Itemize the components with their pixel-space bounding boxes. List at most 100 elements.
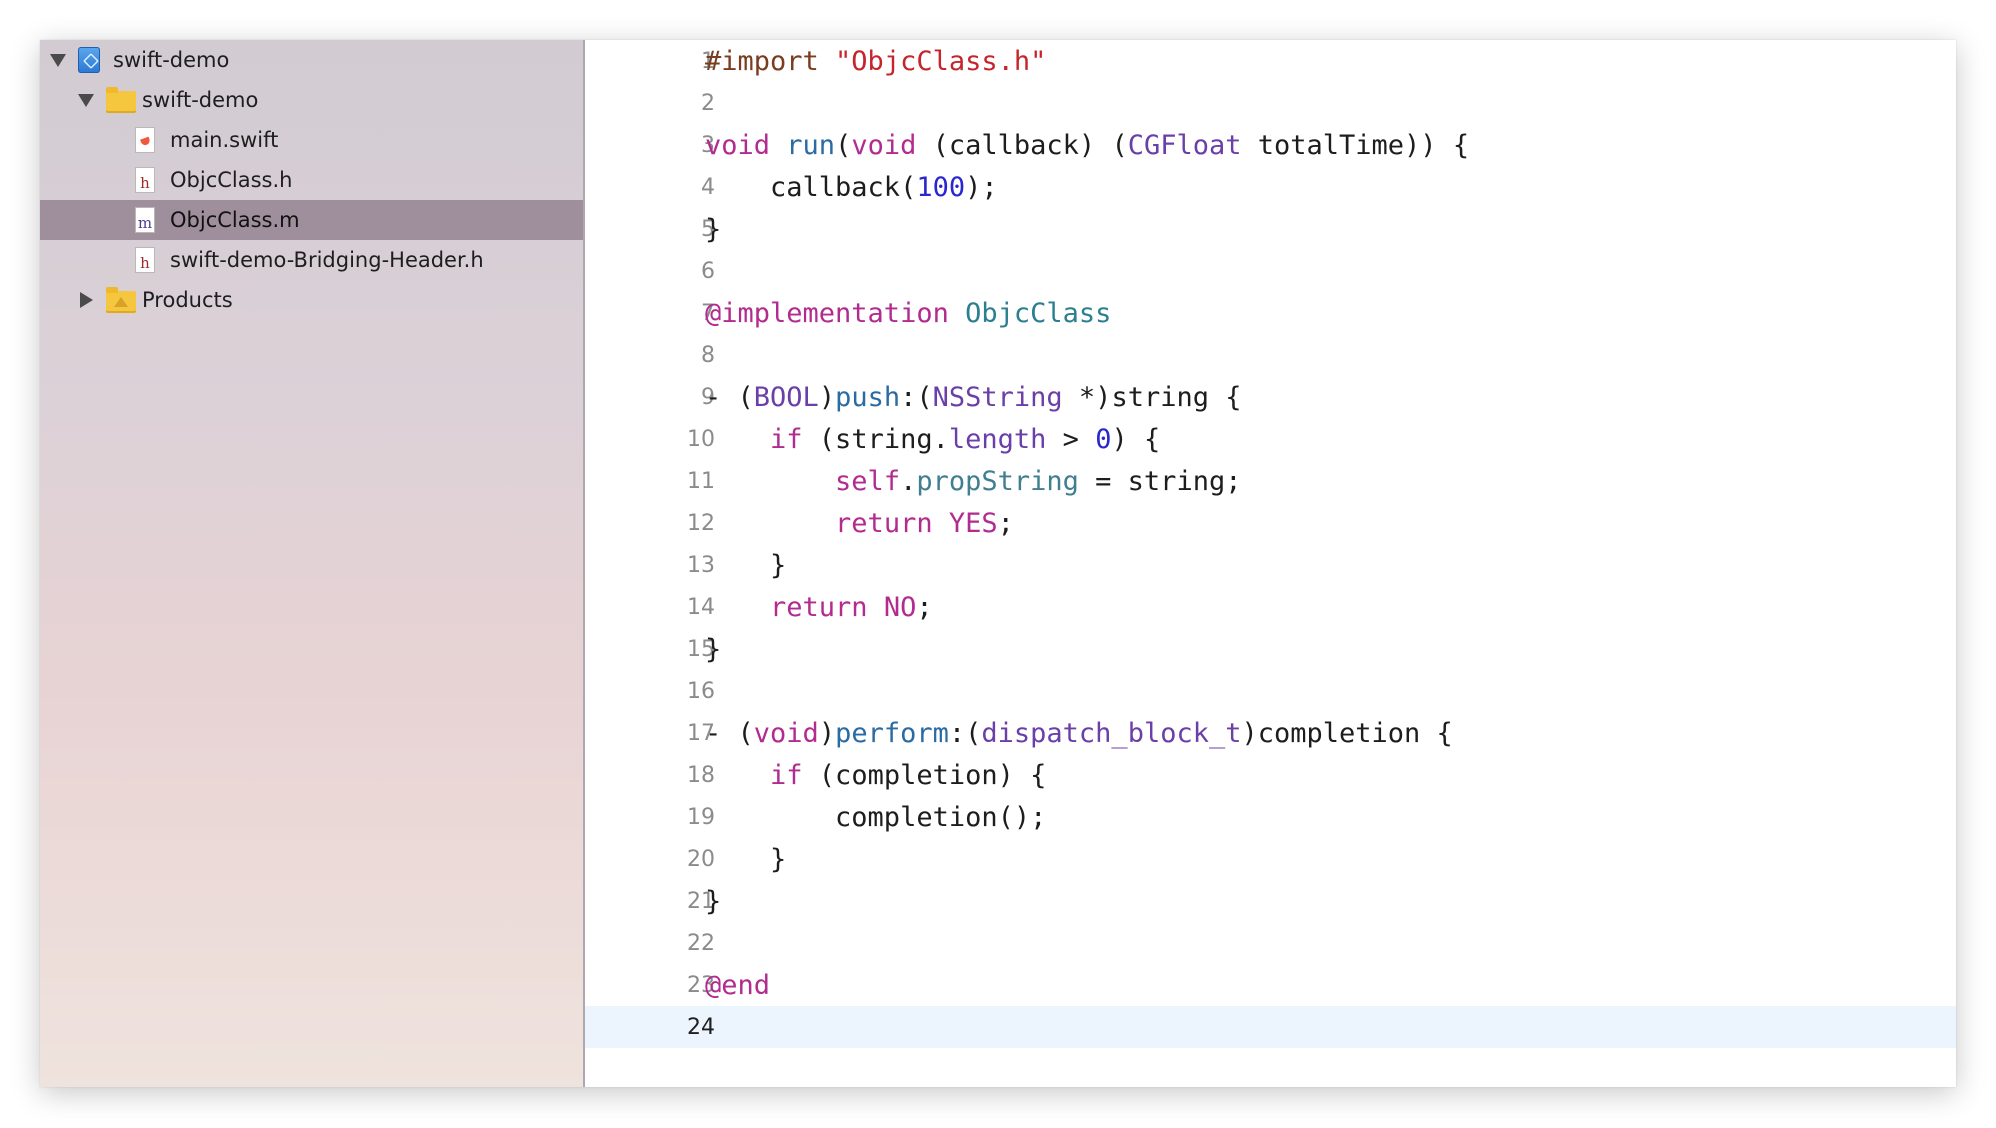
code-token-kw: void: [753, 717, 819, 749]
source-editor[interactable]: 1 #import "ObjcClass.h" 2 3 void run(void (c…: [585, 40, 1956, 1087]
line-number: 11: [687, 468, 715, 494]
code-line[interactable]: 6: [585, 250, 1956, 292]
navigator-item[interactable]: main.swift: [40, 120, 583, 160]
code-line[interactable]: 9- (BOOL)push:(NSString *)string {: [585, 376, 1956, 418]
code-line[interactable]: 14 return NO;: [585, 586, 1956, 628]
code-line[interactable]: 22: [585, 922, 1956, 964]
navigator-item[interactable]: swift-demo: [40, 80, 583, 120]
code-token-plain: - (: [705, 381, 754, 413]
navigator-item-label: swift-demo-Bridging-Header.h: [170, 248, 484, 272]
code-token-kw: @implementation: [705, 297, 949, 329]
code-token-kw: YES: [948, 507, 998, 539]
code-token-plain: ;: [916, 591, 933, 623]
code-line[interactable]: 4 callback(100);: [585, 166, 1956, 208]
code-text: self.propString = string;: [705, 466, 1241, 497]
code-line[interactable]: 16: [585, 670, 1956, 712]
code-line[interactable]: 11 self.propString = string;: [585, 460, 1956, 502]
products-folder-icon: [106, 287, 136, 313]
code-line[interactable]: 19 completion();: [585, 796, 1956, 838]
line-number: 4: [701, 174, 715, 200]
code-token-plain: ) {: [1111, 423, 1161, 455]
code-token-plain: *)string {: [1062, 381, 1242, 413]
code-text: - (void)perform:(dispatch_block_t)comple…: [705, 718, 1453, 749]
navigator-item-label: swift-demo: [142, 88, 259, 112]
code-line[interactable]: 2: [585, 82, 1956, 124]
header-file-icon: h: [135, 167, 155, 193]
line-number: 23: [687, 972, 715, 998]
code-text: completion();: [705, 802, 1046, 833]
line-number: 2: [701, 90, 715, 116]
navigator-item[interactable]: swift-demo: [40, 40, 583, 80]
code-token-func: perform: [835, 717, 949, 749]
code-token-plain: >: [1046, 423, 1096, 455]
code-token-kw: if: [770, 759, 803, 791]
code-text: if (completion) {: [705, 760, 1046, 791]
navigator-item[interactable]: h swift-demo-Bridging-Header.h: [40, 240, 583, 280]
code-token-kw: @end: [705, 969, 771, 1001]
navigator-item[interactable]: h ObjcClass.h: [40, 160, 583, 200]
project-icon: [78, 47, 100, 73]
code-text: }: [705, 634, 721, 665]
code-token-num: 100: [916, 171, 966, 203]
code-line[interactable]: 17- (void)perform:(dispatch_block_t)comp…: [585, 712, 1956, 754]
code-line[interactable]: 20 }: [585, 838, 1956, 880]
navigator-item[interactable]: Products: [40, 280, 583, 320]
line-number: 5: [701, 216, 715, 242]
code-text: return NO;: [705, 592, 933, 623]
code-token-type: BOOL: [753, 381, 819, 413]
code-token-teal: ObjcClass: [965, 297, 1112, 329]
triangle-down-icon: [50, 53, 66, 67]
code-line[interactable]: 3 void run(void (callback) (CGFloat total…: [585, 124, 1956, 166]
code-text: - (BOOL)push:(NSString *)string {: [705, 382, 1241, 413]
code-token-prep: #import: [705, 45, 836, 77]
code-text: }: [705, 844, 786, 875]
disclosure-collapsed-icon[interactable]: [77, 291, 95, 309]
line-number: 15: [687, 636, 715, 662]
code-token-kw: self: [835, 465, 901, 497]
code-text: return YES;: [705, 508, 1014, 539]
line-number: 12: [687, 510, 715, 536]
code-token-plain: - (: [705, 717, 754, 749]
swift-file-icon: [135, 127, 155, 153]
line-number: 19: [687, 804, 715, 830]
line-number: 9: [701, 384, 715, 410]
code-line[interactable]: 10 if (string.length > 0) {: [585, 418, 1956, 460]
code-line[interactable]: 23 @end: [585, 964, 1956, 1006]
code-line[interactable]: 8: [585, 334, 1956, 376]
line-number: 18: [687, 762, 715, 788]
code-token-kw: return: [835, 507, 933, 539]
code-line[interactable]: 13 }: [585, 544, 1956, 586]
code-line[interactable]: 12 return YES;: [585, 502, 1956, 544]
code-line[interactable]: 21}: [585, 880, 1956, 922]
code-line[interactable]: 7 @implementation ObjcClass: [585, 292, 1956, 334]
line-number: 13: [687, 552, 715, 578]
code-token-num: 0: [1095, 423, 1112, 455]
code-token-type: CGFloat: [1127, 129, 1242, 161]
line-number: 7: [701, 300, 715, 326]
code-token-type: dispatch_block_t: [981, 717, 1242, 749]
code-line[interactable]: 1 #import "ObjcClass.h": [585, 40, 1956, 82]
code-token-func: run: [786, 129, 836, 161]
code-token-plain: }: [705, 885, 722, 917]
code-token-plain: ): [818, 717, 836, 749]
code-line[interactable]: 18 if (completion) {: [585, 754, 1956, 796]
code-token-func: push: [835, 381, 901, 413]
code-token-plain: = string;: [1078, 465, 1242, 497]
code-line[interactable]: 15}: [585, 628, 1956, 670]
line-number: 16: [687, 678, 715, 704]
line-number: 14: [687, 594, 715, 620]
line-number: 6: [701, 258, 715, 284]
code-token-plain: :(: [900, 381, 933, 413]
code-line[interactable]: 5}: [585, 208, 1956, 250]
code-text: }: [705, 886, 721, 917]
code-line[interactable]: 24: [585, 1006, 1956, 1048]
navigator-item-label: ObjcClass.m: [170, 208, 300, 232]
project-navigator[interactable]: swift-demo swift-demo main.swift h ObjcClass…: [40, 40, 585, 1087]
code-token-plain: callback(: [705, 171, 917, 203]
navigator-item[interactable]: m ObjcClass.m: [40, 200, 583, 240]
disclosure-expanded-icon[interactable]: [77, 91, 95, 109]
disclosure-expanded-icon[interactable]: [49, 51, 67, 69]
code-text: callback(100);: [705, 172, 998, 203]
